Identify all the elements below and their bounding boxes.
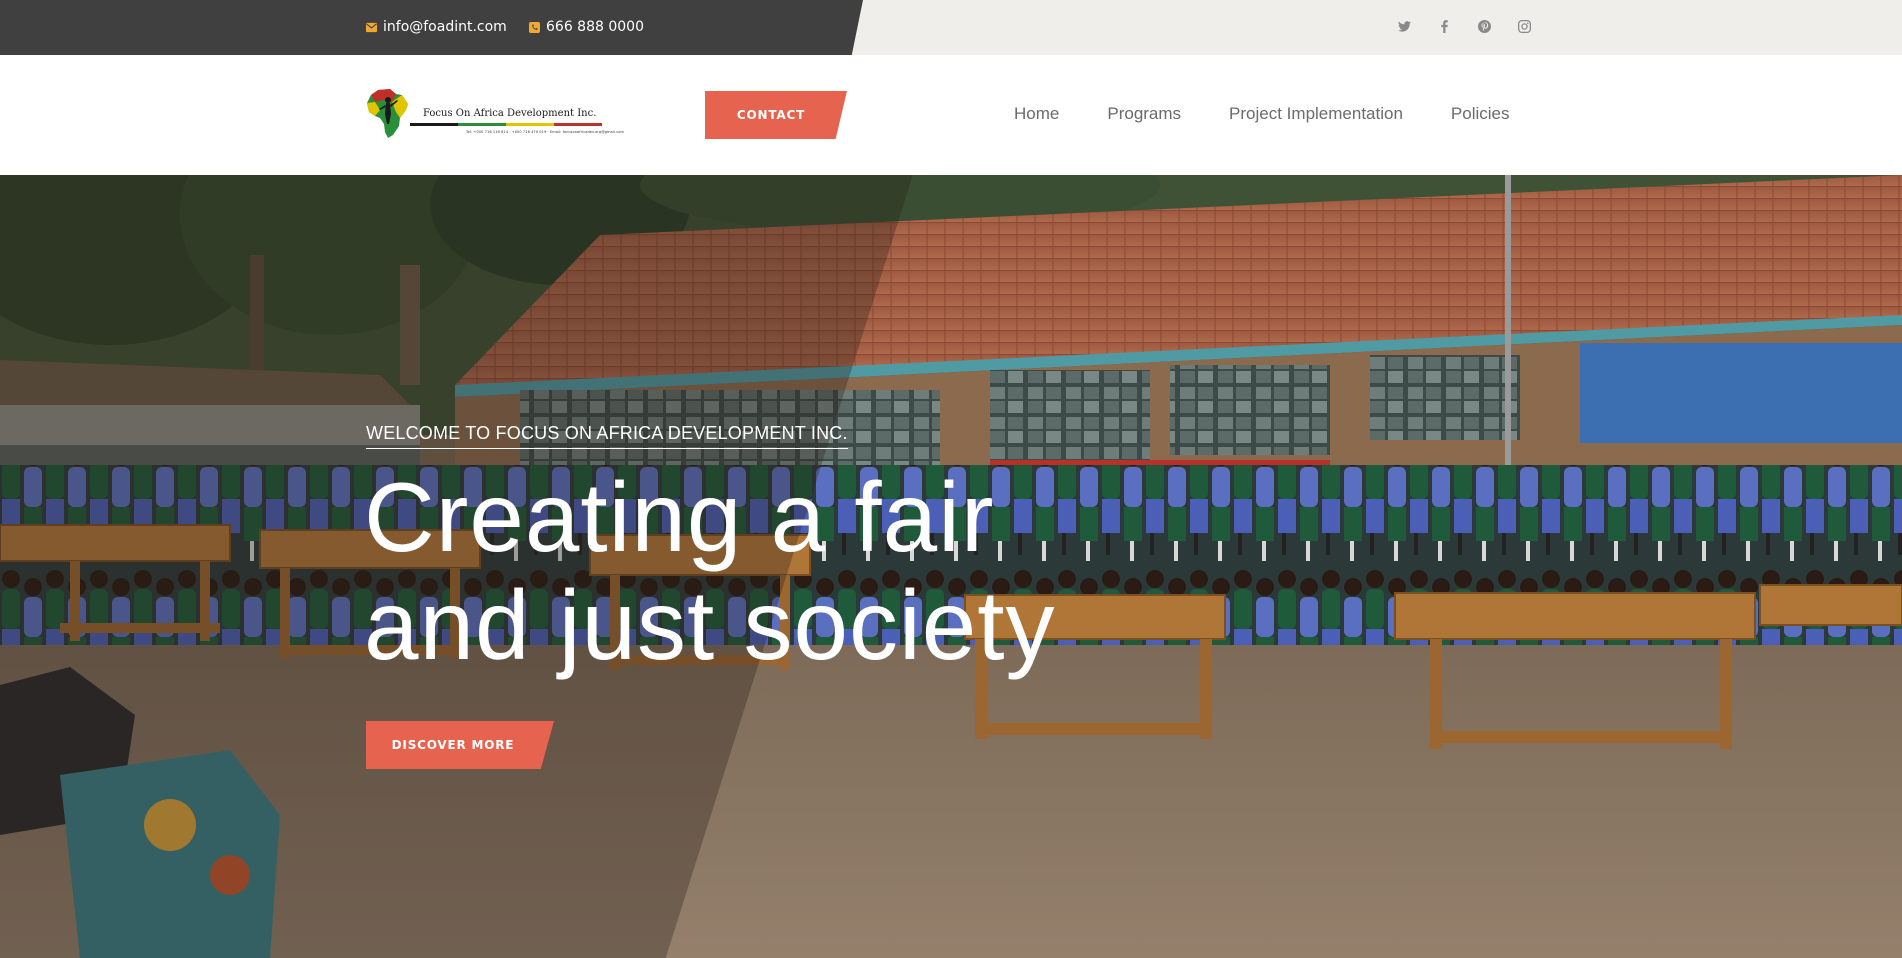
discover-more-button[interactable]: DISCOVER MORE <box>366 721 554 769</box>
site-logo[interactable]: Focus On Africa Development Inc. Tel: +0… <box>366 88 624 140</box>
logo-text: Focus On Africa Development Inc. <box>423 108 597 119</box>
nav-item-policies[interactable]: Policies <box>1451 104 1510 124</box>
logo-stripe <box>410 123 602 126</box>
hero-section: WELCOME TO FOCUS ON AFRICA DEVELOPMENT I… <box>0 175 1902 958</box>
main-nav: Home Programs Project Implementation Pol… <box>1014 104 1510 124</box>
nav-item-programs[interactable]: Programs <box>1107 104 1181 124</box>
phone-number[interactable]: 666 888 0000 <box>546 19 644 35</box>
facebook-icon[interactable] <box>1432 14 1456 38</box>
email-address[interactable]: info@foadint.com <box>383 19 507 35</box>
email-contact[interactable]: info@foadint.com <box>366 17 507 37</box>
hero-title: Creating a fair and just society <box>364 463 1055 679</box>
hero-title-line-1: Creating a fair <box>364 462 995 572</box>
site-header: Focus On Africa Development Inc. Tel: +0… <box>0 55 1902 175</box>
logo-subtext: Tel: +000 716 116 614 · +000 716 470 019… <box>466 130 625 134</box>
pinterest-icon[interactable] <box>1472 14 1496 38</box>
envelope-icon <box>366 22 377 32</box>
nav-item-project-implementation[interactable]: Project Implementation <box>1229 104 1403 124</box>
top-bar: info@foadint.com 666 888 0000 <box>0 0 1902 55</box>
instagram-icon[interactable] <box>1512 14 1536 38</box>
hero-eyebrow: WELCOME TO FOCUS ON AFRICA DEVELOPMENT I… <box>366 423 848 449</box>
social-links <box>1392 14 1536 38</box>
contact-button[interactable]: CONTACT <box>705 91 847 139</box>
africa-map-logo-icon <box>367 89 408 138</box>
twitter-icon[interactable] <box>1392 14 1416 38</box>
phone-icon <box>529 21 540 33</box>
phone-contact[interactable]: 666 888 0000 <box>529 17 644 37</box>
nav-item-home[interactable]: Home <box>1014 104 1059 124</box>
hero-title-line-2: and just society <box>364 570 1056 680</box>
